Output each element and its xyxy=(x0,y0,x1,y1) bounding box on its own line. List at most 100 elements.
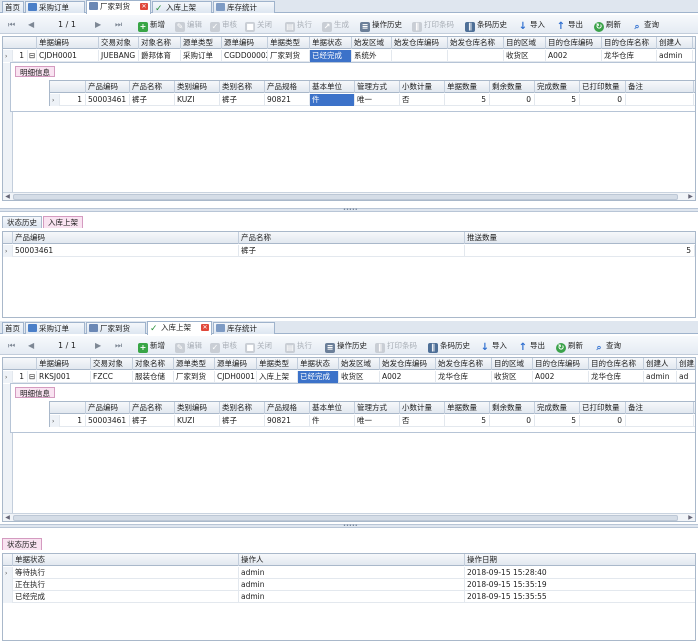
col-header[interactable]: 备注 xyxy=(626,81,694,93)
col-header[interactable]: 始发区域 xyxy=(339,358,380,370)
col-header[interactable]: 单据类型 xyxy=(257,358,298,370)
scroll-right-icon[interactable]: ▶ xyxy=(686,193,695,200)
col-header[interactable]: 始发仓库编码 xyxy=(392,37,448,49)
col-header[interactable]: 剩余数量 xyxy=(490,402,535,414)
col-header[interactable]: 类别编码 xyxy=(175,402,220,414)
col-header[interactable]: 目的仓库名称 xyxy=(589,358,644,370)
col-header[interactable]: 备注 xyxy=(626,402,694,414)
col-header[interactable]: 基本单位 xyxy=(310,402,355,414)
op-history-button[interactable]: ≡ 操作历史 xyxy=(325,339,367,353)
tab-inventory-stats[interactable]: 库存统计 xyxy=(213,1,275,13)
execute-button[interactable]: ▤ 执行 xyxy=(285,339,312,353)
op-history-button[interactable]: ≡ 操作历史 xyxy=(360,18,402,32)
col-header[interactable]: 创建人 xyxy=(644,358,677,370)
col-header[interactable]: 剩余数量 xyxy=(490,81,535,93)
refresh-button[interactable]: ↻ 刷新 xyxy=(556,339,583,353)
barcode-history-button[interactable]: ∥ 条码历史 xyxy=(428,339,470,353)
col-header[interactable]: 完成数量 xyxy=(535,81,580,93)
col-header[interactable]: 目的区域 xyxy=(492,358,533,370)
next-page-icon[interactable]: ▶ xyxy=(95,339,101,352)
col-header[interactable]: 产品编码 xyxy=(13,232,239,244)
import-button[interactable]: ↓ 导入 xyxy=(518,18,545,32)
col-header[interactable]: 推送数量 xyxy=(465,232,695,244)
col-header[interactable]: 类别编码 xyxy=(175,81,220,93)
table-row[interactable]: › 1 ⊟ RKSJ001 FZCC 服装仓储 厂家到货 CJDH0001 入库… xyxy=(3,371,695,383)
table-row[interactable]: 正在执行 admin 2018-09-15 15:35:19 xyxy=(3,579,695,591)
close-icon[interactable]: ✕ xyxy=(201,324,209,331)
col-header[interactable]: 完成数量 xyxy=(535,402,580,414)
close-order-button[interactable]: ■ 关闭 xyxy=(245,18,272,32)
col-header[interactable]: 单据类型 xyxy=(268,37,310,49)
import-button[interactable]: ↓ 导入 xyxy=(480,339,507,353)
col-header[interactable]: 目的仓库名称 xyxy=(602,37,657,49)
table-row[interactable]: › 等待执行 admin 2018-09-15 15:28:40 xyxy=(3,567,695,579)
tab-status-history[interactable]: 状态历史 xyxy=(2,216,42,228)
scroll-left-icon[interactable]: ◀ xyxy=(3,193,12,200)
col-header[interactable]: 单据数量 xyxy=(445,402,490,414)
export-button[interactable]: ↑ 导出 xyxy=(556,18,583,32)
edit-button[interactable]: ✎ 编辑 xyxy=(175,339,202,353)
col-header[interactable]: 对象名称 xyxy=(139,37,181,49)
tab-purchase-order[interactable]: 采购订单 xyxy=(25,322,85,334)
col-header[interactable]: 目的区域 xyxy=(504,37,546,49)
tab-status-history[interactable]: 状态历史 xyxy=(2,538,42,550)
col-header[interactable]: 操作人 xyxy=(239,554,465,566)
barcode-history-button[interactable]: ∥ 条码历史 xyxy=(465,18,507,32)
col-header[interactable]: 源单编码 xyxy=(215,358,257,370)
tab-home[interactable]: 首页 xyxy=(2,322,24,334)
col-header[interactable]: 产品名称 xyxy=(239,232,465,244)
table-row[interactable]: › 1 50003461 裤子 KUZI 裤子 90821 件 唯一 否 5 0… xyxy=(50,94,695,106)
col-header[interactable]: 小数计量 xyxy=(400,81,445,93)
table-row[interactable]: › 50003461 裤子 5 xyxy=(3,245,695,257)
first-page-icon[interactable]: ⏮ xyxy=(8,18,15,31)
close-order-button[interactable]: ■ 关闭 xyxy=(245,339,272,353)
col-header[interactable]: 源单类型 xyxy=(181,37,222,49)
col-header[interactable]: 已打印数量 xyxy=(580,81,626,93)
col-header[interactable]: 目的仓库编码 xyxy=(546,37,602,49)
horizontal-splitter[interactable]: ••••• xyxy=(0,208,698,213)
main-grid-hscrollbar[interactable]: ◀ ▶ xyxy=(3,192,695,200)
col-header[interactable]: 始发仓库名称 xyxy=(436,358,492,370)
tab-putaway-push[interactable]: 入库上架 xyxy=(43,216,83,228)
col-header[interactable]: 产品编码 xyxy=(86,81,130,93)
main-grid-hscrollbar[interactable]: ◀ ▶ xyxy=(3,513,695,521)
col-header[interactable]: 单据数量 xyxy=(445,81,490,93)
col-header[interactable]: 小数计量 xyxy=(400,402,445,414)
next-page-icon[interactable]: ▶ xyxy=(95,18,101,31)
close-icon[interactable]: ✕ xyxy=(140,3,148,10)
col-header[interactable]: 产品名称 xyxy=(130,402,175,414)
last-page-icon[interactable]: ⏭ xyxy=(115,339,122,352)
print-barcode-button[interactable]: ∥ 打印条码 xyxy=(412,18,454,32)
col-header[interactable]: 单据编码 xyxy=(37,37,99,49)
refresh-button[interactable]: ↻ 刷新 xyxy=(594,18,621,32)
col-header[interactable]: 始发仓库编码 xyxy=(380,358,436,370)
tab-detail-info[interactable]: 明细信息 xyxy=(15,66,55,77)
col-header[interactable]: 单据状态 xyxy=(310,37,352,49)
col-header[interactable]: 始发区域 xyxy=(352,37,392,49)
table-row[interactable]: 已经完成 admin 2018-09-15 15:35:55 xyxy=(3,591,695,603)
tab-putaway[interactable]: ✓ 入库上架 xyxy=(152,1,212,13)
query-button[interactable]: ⌕ 查询 xyxy=(632,18,659,32)
export-button[interactable]: ↑ 导出 xyxy=(518,339,545,353)
new-button[interactable]: + 新增 xyxy=(138,18,165,32)
status-cell-selected[interactable]: 已经完成 xyxy=(310,50,352,62)
tab-home[interactable]: 首页 xyxy=(2,1,24,13)
col-header[interactable]: 类别名称 xyxy=(220,81,265,93)
tab-inventory-stats[interactable]: 库存统计 xyxy=(213,322,275,334)
prev-page-icon[interactable]: ◀ xyxy=(28,18,34,31)
scroll-thumb[interactable] xyxy=(13,515,678,521)
horizontal-splitter[interactable]: ••••• xyxy=(0,524,698,529)
new-button[interactable]: + 新增 xyxy=(138,339,165,353)
col-header[interactable]: 已打印数量 xyxy=(580,402,626,414)
query-button[interactable]: ⌕ 查询 xyxy=(594,339,621,353)
col-header[interactable]: 管理方式 xyxy=(355,402,400,414)
col-header[interactable]: 源单编码 xyxy=(222,37,268,49)
col-header[interactable]: 单据状态 xyxy=(298,358,339,370)
prev-page-icon[interactable]: ◀ xyxy=(28,339,34,352)
col-header[interactable]: 创建人 xyxy=(677,358,695,370)
table-row[interactable]: › 1 50003461 裤子 KUZI 裤子 90821 件 唯一 否 5 0… xyxy=(50,415,695,427)
col-header[interactable]: 始发仓库名称 xyxy=(448,37,504,49)
scroll-left-icon[interactable]: ◀ xyxy=(3,514,12,521)
expand-icon[interactable]: ⊟ xyxy=(28,50,37,62)
col-header[interactable]: 产品规格 xyxy=(265,81,310,93)
